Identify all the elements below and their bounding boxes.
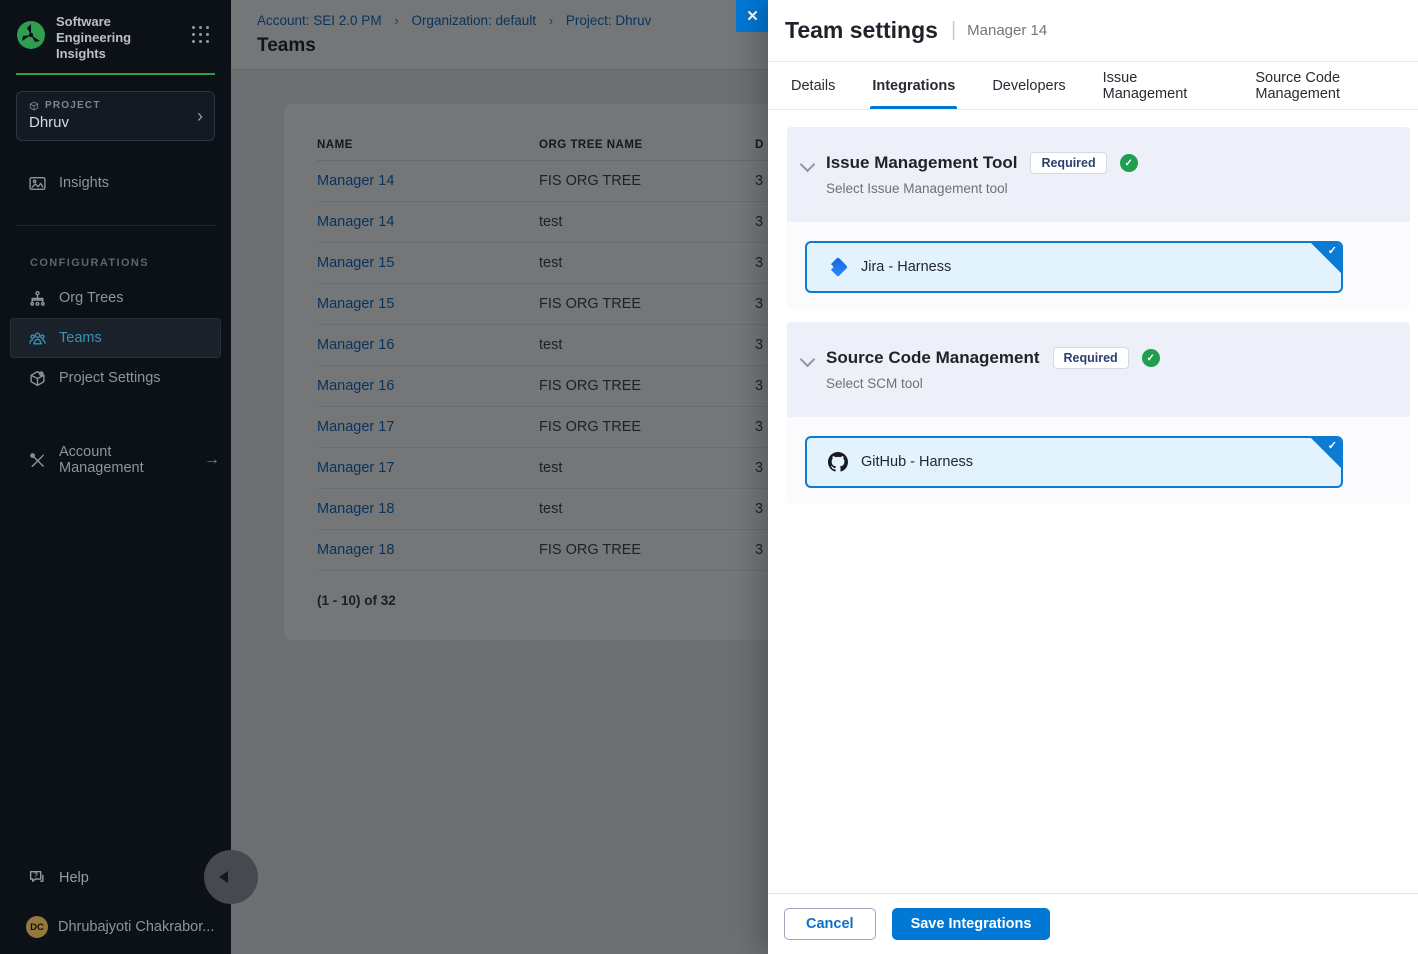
help-button[interactable]: ? Help [0,869,231,886]
sidebar-item-label: Insights [59,175,109,191]
tab-source-code-management[interactable]: Source Code Management [1255,62,1418,109]
github-icon [828,452,848,472]
github-integration-card[interactable]: GitHub - Harness ✓ [805,436,1343,488]
tools-icon [29,452,46,469]
source-code-management-section: Source Code Management Required ✓ Select… [787,322,1410,504]
tab-details[interactable]: Details [791,62,835,109]
org-tree-icon [29,290,46,307]
sidebar: Software Engineering Insights PROJECT Dh… [0,0,231,954]
sidebar-item-label: Org Trees [59,290,123,306]
sidebar-item-label: Project Settings [59,370,161,386]
chevron-right-icon[interactable]: › [197,107,203,125]
section-header[interactable]: Source Code Management Required ✓ Select… [787,322,1410,417]
cube-icon [29,101,39,111]
project-settings-icon [29,370,46,387]
sidebar-item-label: Teams [59,330,102,346]
required-badge: Required [1030,152,1106,174]
selected-check-icon: ✓ [1328,244,1337,257]
sidebar-item-project-settings[interactable]: Project Settings [10,358,221,398]
teams-icon [29,330,46,347]
success-check-icon: ✓ [1142,349,1160,367]
arrow-right-icon: → [204,451,220,469]
section-header[interactable]: Issue Management Tool Required ✓ Select … [787,127,1410,222]
jira-icon [828,257,848,277]
sidebar-item-label: Account Management [59,444,185,476]
configurations-caption: CONFIGURATIONS [30,257,231,269]
success-check-icon: ✓ [1120,154,1138,172]
section-subtitle: Select Issue Management tool [826,181,1138,196]
module-grid-icon[interactable] [192,26,209,43]
insights-icon [29,175,46,192]
chevron-down-icon [800,352,816,368]
tab-issue-management[interactable]: Issue Management [1103,62,1219,109]
drawer-body: Issue Management Tool Required ✓ Select … [768,110,1418,504]
sidebar-collapse-handle[interactable] [204,850,258,904]
project-selector[interactable]: PROJECT Dhruv › [16,91,215,141]
sidebar-bottom: ? Help DC Dhrubajyoti Chakrabor... [0,869,231,954]
jira-integration-card[interactable]: Jira - Harness ✓ [805,241,1343,293]
close-drawer-button[interactable]: ✕ [736,0,769,32]
drawer-header: Team settings | Manager 14 [768,0,1418,62]
section-options: Jira - Harness ✓ [787,222,1410,309]
section-options: GitHub - Harness ✓ [787,417,1410,504]
tab-integrations[interactable]: Integrations [872,62,955,109]
harness-sei-logo-icon [16,20,46,50]
sidebar-divider [16,225,215,226]
help-label: Help [59,870,89,886]
brand-underline [16,73,215,75]
save-integrations-button[interactable]: Save Integrations [892,908,1051,940]
drawer-tabs: Details Integrations Developers Issue Ma… [768,62,1418,110]
avatar: DC [26,916,48,938]
sidebar-header: Software Engineering Insights [0,0,231,62]
title-separator: | [951,19,956,42]
integration-label: GitHub - Harness [861,454,973,470]
sidebar-item-insights[interactable]: Insights [10,163,221,203]
user-name: Dhrubajyoti Chakrabor... [58,919,214,935]
drawer-title: Team settings [785,17,938,44]
integration-label: Jira - Harness [861,259,951,275]
cancel-button[interactable]: Cancel [784,908,876,940]
svg-text:?: ? [34,873,38,880]
drawer-subtitle: Manager 14 [967,22,1047,39]
section-title: Source Code Management [826,348,1040,368]
user-profile[interactable]: DC Dhrubajyoti Chakrabor... [0,916,231,938]
section-subtitle: Select SCM tool [826,376,1160,391]
help-chat-icon: ? [28,869,46,886]
section-title: Issue Management Tool [826,153,1017,173]
sidebar-item-account-management[interactable]: Account Management → [10,440,221,480]
issue-management-section: Issue Management Tool Required ✓ Select … [787,127,1410,309]
chevron-down-icon [800,157,816,173]
drawer-footer: Cancel Save Integrations [768,893,1418,954]
app-title: Software Engineering Insights [56,14,174,62]
app-root: Software Engineering Insights PROJECT Dh… [0,0,1418,954]
project-label: PROJECT [29,100,202,111]
team-settings-drawer: Team settings | Manager 14 Details Integ… [768,0,1418,954]
project-name: Dhruv [29,114,202,131]
selected-check-icon: ✓ [1328,439,1337,452]
required-badge: Required [1053,347,1129,369]
collapse-arrow-icon [219,871,228,883]
tab-developers[interactable]: Developers [992,62,1065,109]
sidebar-item-teams[interactable]: Teams [10,318,221,358]
sidebar-item-org-trees[interactable]: Org Trees [10,278,221,318]
